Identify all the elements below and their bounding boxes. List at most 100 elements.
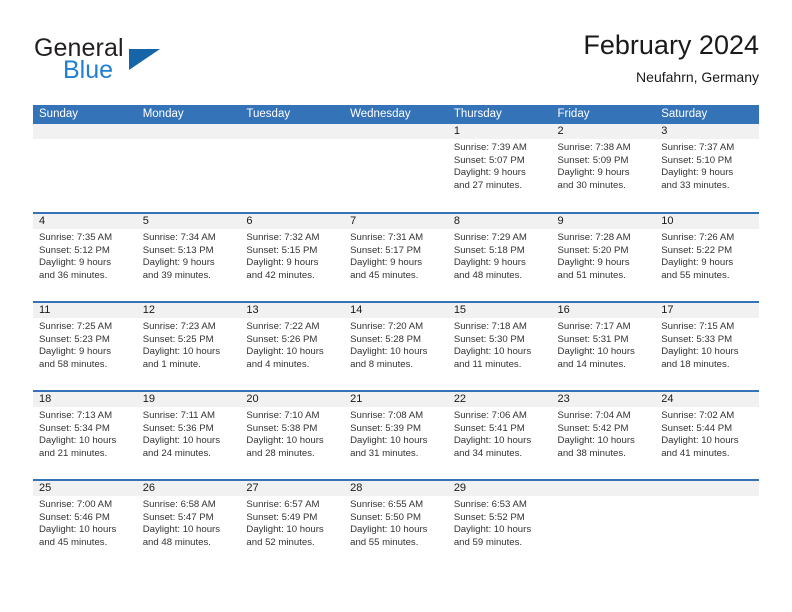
day-cell[interactable]: 19 Sunrise: 7:11 AM Sunset: 5:36 PM Dayl… [136,390,241,480]
day-cell[interactable]: 24 Sunrise: 7:02 AM Sunset: 5:44 PM Dayl… [655,390,759,480]
day-cell[interactable] [136,124,241,213]
day-cell[interactable]: 14 Sunrise: 7:20 AM Sunset: 5:28 PM Dayl… [344,301,448,391]
day-number: 20 [240,392,345,407]
day-cell[interactable]: 4 Sunrise: 7:35 AM Sunset: 5:12 PM Dayli… [33,212,137,302]
sunrise-text: Sunrise: 7:31 AM [350,232,424,243]
daylight-text-line1: Daylight: 10 hours [142,435,221,447]
daylight-text-line1: Daylight: 10 hours [39,435,117,447]
sunrise-text: Sunrise: 6:53 AM [453,499,527,510]
day-cell[interactable]: 3 Sunrise: 7:37 AM Sunset: 5:10 PM Dayli… [655,124,759,213]
page-header: General Blue February 2024 Neufahrn, Ger… [33,28,759,98]
day-cell[interactable]: 9 Sunrise: 7:28 AM Sunset: 5:20 PM Dayli… [551,212,656,302]
day-details: Sunrise: 7:37 AM Sunset: 5:10 PM Dayligh… [655,139,759,192]
daylight-text-line2: and 30 minutes. [557,179,626,191]
day-details: Sunrise: 7:02 AM Sunset: 5:44 PM Dayligh… [655,407,759,460]
daylight-text-line1: Daylight: 10 hours [453,435,532,447]
brand-name-blue: Blue [63,56,114,84]
day-cell[interactable]: 2 Sunrise: 7:38 AM Sunset: 5:09 PM Dayli… [551,124,656,213]
day-cell[interactable]: 1 Sunrise: 7:39 AM Sunset: 5:07 PM Dayli… [447,124,552,213]
day-number [240,124,345,139]
day-cell[interactable]: 7 Sunrise: 7:31 AM Sunset: 5:17 PM Dayli… [344,212,448,302]
day-number: 10 [655,214,759,229]
day-details: Sunrise: 7:29 AM Sunset: 5:18 PM Dayligh… [448,229,552,282]
sunrise-text: Sunrise: 6:57 AM [246,499,320,510]
day-cell[interactable] [33,124,137,213]
daylight-text-line1: Daylight: 10 hours [350,346,428,358]
sunrise-text: Sunrise: 7:23 AM [142,321,216,332]
day-details: Sunrise: 7:38 AM Sunset: 5:09 PM Dayligh… [552,139,656,192]
day-cell[interactable]: 5 Sunrise: 7:34 AM Sunset: 5:13 PM Dayli… [136,212,241,302]
day-number: 22 [447,392,552,407]
day-cell[interactable]: 28 Sunrise: 6:55 AM Sunset: 5:50 PM Dayl… [344,479,448,569]
daylight-text-line1: Daylight: 10 hours [350,524,428,536]
day-cell[interactable]: 18 Sunrise: 7:13 AM Sunset: 5:34 PM Dayl… [33,390,137,480]
page-title: February 2024 [583,30,759,60]
daylight-text-line2: and 28 minutes. [246,447,315,459]
sunrise-text: Sunrise: 7:26 AM [661,232,735,243]
day-details: Sunrise: 7:23 AM Sunset: 5:25 PM Dayligh… [137,318,241,371]
daylight-text-line2: and 11 minutes. [453,358,522,370]
day-cell[interactable]: 11 Sunrise: 7:25 AM Sunset: 5:23 PM Dayl… [33,301,137,391]
day-cell[interactable]: 6 Sunrise: 7:32 AM Sunset: 5:15 PM Dayli… [240,212,345,302]
daylight-text-line1: Daylight: 9 hours [350,257,423,269]
sunrise-text: Sunrise: 7:29 AM [453,232,527,243]
day-details: Sunrise: 6:57 AM Sunset: 5:49 PM Dayligh… [240,496,344,549]
sunset-text: Sunset: 5:20 PM [557,244,629,256]
sunrise-text: Sunrise: 7:22 AM [246,321,320,332]
day-details: Sunrise: 7:18 AM Sunset: 5:30 PM Dayligh… [448,318,552,371]
day-details: Sunrise: 7:06 AM Sunset: 5:41 PM Dayligh… [448,407,552,460]
day-details: Sunrise: 7:34 AM Sunset: 5:13 PM Dayligh… [137,229,241,282]
sunset-text: Sunset: 5:36 PM [142,422,214,434]
sunset-text: Sunset: 5:49 PM [246,511,318,523]
day-cell[interactable]: 29 Sunrise: 6:53 AM Sunset: 5:52 PM Dayl… [447,479,552,569]
day-number: 4 [33,214,137,229]
day-number: 15 [447,303,552,318]
sunrise-text: Sunrise: 7:02 AM [661,410,735,421]
day-details: Sunrise: 7:35 AM Sunset: 5:12 PM Dayligh… [33,229,137,282]
daylight-text-line2: and 52 minutes. [246,536,315,548]
sunrise-text: Sunrise: 7:00 AM [39,499,113,510]
title-block: February 2024 Neufahrn, Germany [583,28,759,87]
day-cell[interactable]: 12 Sunrise: 7:23 AM Sunset: 5:25 PM Dayl… [136,301,241,391]
day-cell[interactable]: 27 Sunrise: 6:57 AM Sunset: 5:49 PM Dayl… [240,479,345,569]
daylight-text-line2: and 55 minutes. [661,269,730,281]
daylight-text-line1: Daylight: 10 hours [246,524,324,536]
daylight-text-line1: Daylight: 10 hours [661,346,739,358]
day-cell[interactable]: 26 Sunrise: 6:58 AM Sunset: 5:47 PM Dayl… [136,479,241,569]
day-details: Sunrise: 7:28 AM Sunset: 5:20 PM Dayligh… [552,229,656,282]
sunset-text: Sunset: 5:23 PM [39,333,110,345]
day-number [551,481,656,496]
sunrise-text: Sunrise: 7:38 AM [557,142,631,153]
daylight-text-line2: and 1 minute. [142,358,201,370]
day-cell[interactable]: 17 Sunrise: 7:15 AM Sunset: 5:33 PM Dayl… [655,301,759,391]
day-number [344,124,448,139]
day-cell[interactable]: 10 Sunrise: 7:26 AM Sunset: 5:22 PM Dayl… [655,212,759,302]
week-row: 18 Sunrise: 7:13 AM Sunset: 5:34 PM Dayl… [33,390,759,480]
day-cell[interactable] [551,479,656,569]
day-cell[interactable]: 21 Sunrise: 7:08 AM Sunset: 5:39 PM Dayl… [344,390,448,480]
sunset-text: Sunset: 5:28 PM [350,333,422,345]
brand-logo[interactable]: General Blue [33,34,253,94]
day-cell[interactable] [344,124,448,213]
day-cell[interactable]: 20 Sunrise: 7:10 AM Sunset: 5:38 PM Dayl… [240,390,345,480]
weekday-header-tuesday: Tuesday [240,105,345,124]
day-number: 1 [447,124,552,139]
sunset-text: Sunset: 5:52 PM [453,511,525,523]
day-cell[interactable]: 22 Sunrise: 7:06 AM Sunset: 5:41 PM Dayl… [447,390,552,480]
day-cell[interactable]: 25 Sunrise: 7:00 AM Sunset: 5:46 PM Dayl… [33,479,137,569]
day-cell[interactable]: 16 Sunrise: 7:17 AM Sunset: 5:31 PM Dayl… [551,301,656,391]
day-cell[interactable]: 8 Sunrise: 7:29 AM Sunset: 5:18 PM Dayli… [447,212,552,302]
daylight-text-line1: Daylight: 10 hours [557,346,635,358]
day-cell[interactable]: 15 Sunrise: 7:18 AM Sunset: 5:30 PM Dayl… [447,301,552,391]
day-cell[interactable] [655,479,759,569]
day-number: 6 [240,214,345,229]
sunrise-text: Sunrise: 7:18 AM [453,321,527,332]
daylight-text-line1: Daylight: 10 hours [142,346,221,358]
day-number: 19 [136,392,241,407]
day-cell[interactable]: 13 Sunrise: 7:22 AM Sunset: 5:26 PM Dayl… [240,301,345,391]
day-cell[interactable] [240,124,345,213]
daylight-text-line1: Daylight: 10 hours [246,435,324,447]
sunset-text: Sunset: 5:10 PM [661,154,733,166]
sunrise-text: Sunrise: 7:08 AM [350,410,424,421]
day-cell[interactable]: 23 Sunrise: 7:04 AM Sunset: 5:42 PM Dayl… [551,390,656,480]
